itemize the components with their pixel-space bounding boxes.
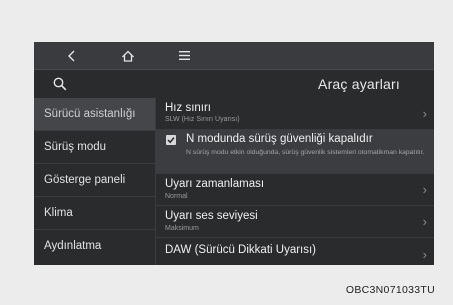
sidebar-item-lighting[interactable]: Aydınlatma — [34, 230, 155, 262]
back-button[interactable] — [50, 42, 94, 69]
chevron-right-icon: › — [422, 182, 427, 197]
menu-button[interactable] — [162, 42, 206, 69]
sidebar-item-cluster[interactable]: Gösterge paneli — [34, 164, 155, 197]
sidebar-item-drive-mode[interactable]: Sürüş modu — [34, 131, 155, 164]
chevron-right-icon: › — [422, 214, 427, 229]
image-code-caption: OBC3N071033TU — [345, 284, 435, 296]
speed-limit-row[interactable]: Hız sınırı SLW (Hız Sınırı Uyarısı) › — [156, 98, 434, 130]
n-mode-label: N modunda sürüş güvenliği kapalıdır — [186, 133, 373, 145]
warning-volume-row[interactable]: Uyarı ses seviyesi Maksimum › — [156, 206, 434, 238]
page-header: Araç ayarları — [34, 70, 434, 98]
settings-sidebar: Sürücü asistanlığı Sürüş modu Gösterge p… — [34, 98, 155, 265]
warning-timing-label: Uyarı zamanlaması — [165, 178, 265, 190]
page-title: Araç ayarları — [318, 76, 400, 92]
home-button[interactable] — [106, 42, 150, 69]
chevron-left-icon — [68, 50, 75, 61]
checkmark-icon — [167, 137, 175, 144]
menu-icon — [178, 51, 190, 60]
infotainment-screen: Araç ayarları Sürücü asistanlığı Sürüş m… — [34, 42, 434, 265]
top-navigation-bar — [34, 42, 434, 70]
home-icon — [122, 50, 134, 62]
daw-row[interactable]: DAW (Sürücü Dikkati Uyarısı) › — [156, 238, 434, 265]
warning-timing-value: Normal — [165, 193, 188, 200]
speed-limit-value: SLW (Hız Sınırı Uyarısı) — [165, 116, 240, 123]
n-mode-checkbox[interactable] — [166, 135, 176, 145]
search-icon — [53, 77, 67, 91]
settings-list: Hız sınırı SLW (Hız Sınırı Uyarısı) › N … — [155, 98, 434, 265]
n-mode-safety-row[interactable]: N modunda sürüş güvenliği kapalıdır N sü… — [156, 130, 434, 174]
sidebar-item-climate[interactable]: Klima — [34, 197, 155, 230]
n-mode-description: N sürüş modu etkin olduğunda, sürüş güve… — [186, 149, 425, 156]
warning-volume-value: Maksimum — [165, 225, 199, 232]
chevron-right-icon: › — [422, 247, 427, 262]
speed-limit-label: Hız sınırı — [165, 102, 212, 114]
chevron-right-icon: › — [422, 106, 427, 121]
warning-volume-label: Uyarı ses seviyesi — [165, 210, 258, 222]
search-button[interactable] — [48, 73, 72, 95]
warning-timing-row[interactable]: Uyarı zamanlaması Normal › — [156, 174, 434, 206]
sidebar-item-driver-assistance[interactable]: Sürücü asistanlığı — [34, 98, 155, 131]
daw-label: DAW (Sürücü Dikkati Uyarısı) — [165, 244, 317, 256]
